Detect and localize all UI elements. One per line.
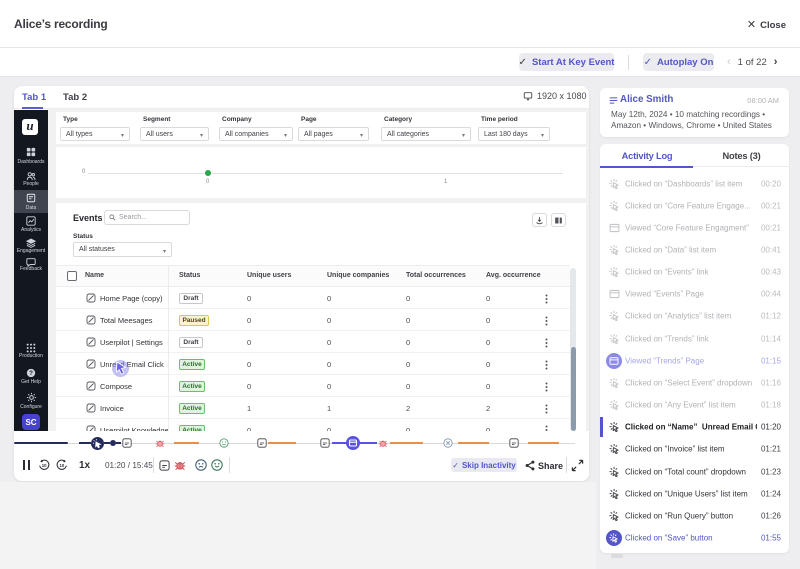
svg-text:?: ?: [29, 370, 33, 377]
svg-text:10: 10: [59, 463, 64, 468]
svg-text:10: 10: [42, 463, 47, 468]
